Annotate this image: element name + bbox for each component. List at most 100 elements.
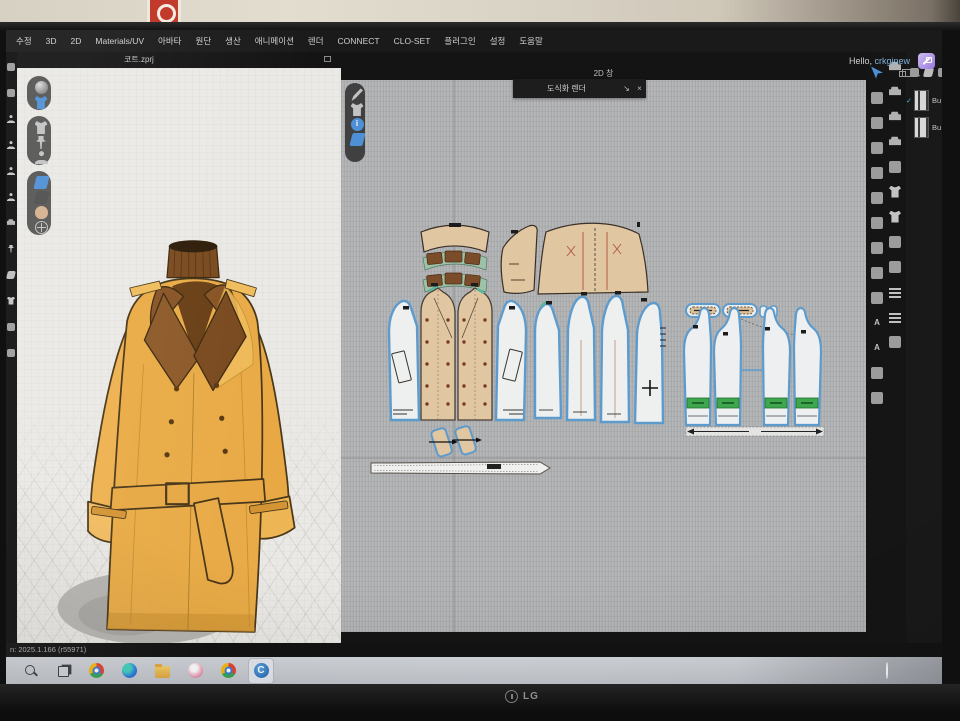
internal-polygon-tool-button[interactable]: [871, 216, 884, 229]
coat-garment[interactable]: [88, 240, 295, 632]
pleats-tool-button[interactable]: [871, 366, 884, 379]
menu-fabric[interactable]: 원단: [190, 32, 218, 50]
edit-pattern-tool-button[interactable]: [871, 91, 884, 104]
rectangle-tool-button[interactable]: [871, 191, 884, 204]
zipper-tool-button[interactable]: [889, 310, 902, 323]
steam-iron-tool-button[interactable]: [889, 160, 902, 173]
avatar-head-button[interactable]: [35, 206, 44, 215]
pin-3d-tool-button[interactable]: [7, 244, 16, 253]
panel-popout-button[interactable]: ↘: [620, 84, 633, 93]
pattern-piece-front-facing-right[interactable]: [458, 288, 492, 420]
menu-plugin[interactable]: 플러그인: [438, 32, 481, 50]
pattern-piece-front-right[interactable]: [496, 301, 526, 420]
pen-2d-button[interactable]: [351, 88, 360, 97]
pattern-piece-front-left[interactable]: [389, 301, 419, 420]
ai-assistant-button[interactable]: [918, 53, 935, 69]
trim-tab-button[interactable]: [938, 68, 942, 77]
sewing-3d-tool-button[interactable]: [7, 218, 16, 227]
document-tab[interactable]: 코트.zprj: [124, 54, 154, 65]
pattern-piece-back-1[interactable]: [567, 297, 595, 420]
transform-pattern-tool-button[interactable]: [871, 66, 884, 79]
tuck-tool-button[interactable]: [889, 210, 902, 223]
pink-app-button[interactable]: [183, 659, 207, 683]
menu-2d[interactable]: 2D: [65, 33, 88, 49]
chrome-button[interactable]: [84, 659, 108, 683]
file-explorer-button[interactable]: [150, 659, 174, 683]
chrome-2-button[interactable]: [216, 659, 240, 683]
trace-tool-button[interactable]: [871, 266, 884, 279]
taskbar-search-button[interactable]: [18, 659, 42, 683]
garment-2d-tool-button[interactable]: [889, 185, 902, 198]
pattern-piece-sleeves[interactable]: [684, 308, 821, 425]
restore-window-icon[interactable]: [899, 71, 906, 77]
avatar-tape-tool-button[interactable]: [7, 192, 16, 201]
menu-animation[interactable]: 애니메이션: [249, 32, 300, 50]
hidden-icons-button[interactable]: [865, 663, 875, 673]
fabric-list-item[interactable]: ✓ Bu: [906, 114, 942, 141]
pin-display-button[interactable]: [35, 136, 44, 145]
simulate-tool-button[interactable]: [7, 62, 16, 71]
trench-coat-3d-render[interactable]: [45, 156, 329, 664]
clo-app-button[interactable]: C: [249, 659, 273, 683]
popout-arrow-icon[interactable]: →: [914, 71, 922, 79]
menu-materials-uv[interactable]: Materials/UV: [89, 33, 150, 49]
color-wheel-button[interactable]: [882, 663, 892, 673]
show-garment-button[interactable]: [35, 121, 44, 130]
menu-avatar[interactable]: 아바타: [152, 32, 187, 50]
fabric-kit-tool-button[interactable]: [7, 270, 16, 279]
grid-3d-button[interactable]: [35, 221, 44, 230]
button-3d-tool-button[interactable]: [7, 322, 16, 331]
pattern-piece-side-back-1[interactable]: [535, 302, 561, 418]
menu-connect[interactable]: CONNECT: [332, 33, 386, 49]
dash-sew-tool-button[interactable]: [889, 260, 902, 273]
texture-3d-tool-button[interactable]: [7, 374, 16, 383]
schematic-render-panel[interactable]: 도식화 렌더 ↘ ×: [513, 79, 646, 98]
float-window-icon[interactable]: [324, 56, 331, 62]
menu-edit[interactable]: 수정: [10, 32, 38, 50]
fabric-view-off-button[interactable]: [35, 191, 44, 200]
edge-button[interactable]: [117, 659, 141, 683]
mn-sewing-tool-button[interactable]: [889, 110, 902, 123]
show-avatar-button[interactable]: [35, 151, 44, 160]
garment-style-tool-button[interactable]: [7, 296, 16, 305]
select-move-tool-button[interactable]: [7, 88, 16, 97]
show-pattern-button[interactable]: [351, 103, 360, 112]
pattern-piece-undercollar[interactable]: [501, 225, 537, 293]
grading-tool-button[interactable]: [871, 391, 884, 404]
menu-help[interactable]: 도움말: [513, 32, 548, 50]
add-point-tool-button[interactable]: [871, 141, 884, 154]
menu-3d[interactable]: 3D: [40, 33, 63, 49]
shirring-tool-button[interactable]: [889, 285, 902, 298]
menu-production[interactable]: 생산: [219, 32, 247, 50]
fabric-list-item[interactable]: ✓ Bu: [906, 87, 942, 114]
menu-settings[interactable]: 설정: [484, 32, 512, 50]
pattern-piece-front-facing-left[interactable]: [421, 287, 455, 420]
render-mode-button[interactable]: [35, 81, 44, 90]
text-tool-button[interactable]: A: [871, 316, 884, 329]
pattern-piece-back-2[interactable]: [601, 296, 629, 422]
free-sewing-tool-button[interactable]: [889, 85, 902, 98]
edit-curvature-tool-button[interactable]: [871, 116, 884, 129]
fabric-view-on-button[interactable]: [35, 176, 44, 185]
fabric-tab-button[interactable]: [924, 68, 933, 77]
dart-tool-button[interactable]: [871, 241, 884, 254]
viewport-2d[interactable]: i 도식화 렌더 ↘ ×: [341, 80, 866, 632]
menu-clo-set[interactable]: CLO-SET: [388, 33, 437, 49]
pattern-piece-epaulettes[interactable]: [429, 425, 482, 457]
task-view-button[interactable]: [51, 659, 75, 683]
line-sew-tool-button[interactable]: [889, 235, 902, 248]
avatar-pose-tool-button[interactable]: [7, 114, 16, 123]
texture-2d-button[interactable]: [351, 148, 360, 157]
fabric-2d-button[interactable]: [351, 133, 360, 142]
polygon-tool-button[interactable]: [871, 166, 884, 179]
menu-render[interactable]: 렌더: [302, 32, 330, 50]
pattern-piece-back-yoke[interactable]: [538, 223, 648, 294]
annotation-tool-button[interactable]: A: [871, 341, 884, 354]
username-link[interactable]: crkginew: [874, 56, 910, 66]
panel-close-button[interactable]: ×: [633, 84, 646, 93]
avatar-size-tool-button[interactable]: [7, 166, 16, 175]
pattern-piece-side-back-2[interactable]: [635, 303, 666, 423]
widget-button[interactable]: [916, 663, 926, 673]
seam-allowance-tool-button[interactable]: [871, 291, 884, 304]
pattern-piece-collar[interactable]: [421, 225, 489, 292]
